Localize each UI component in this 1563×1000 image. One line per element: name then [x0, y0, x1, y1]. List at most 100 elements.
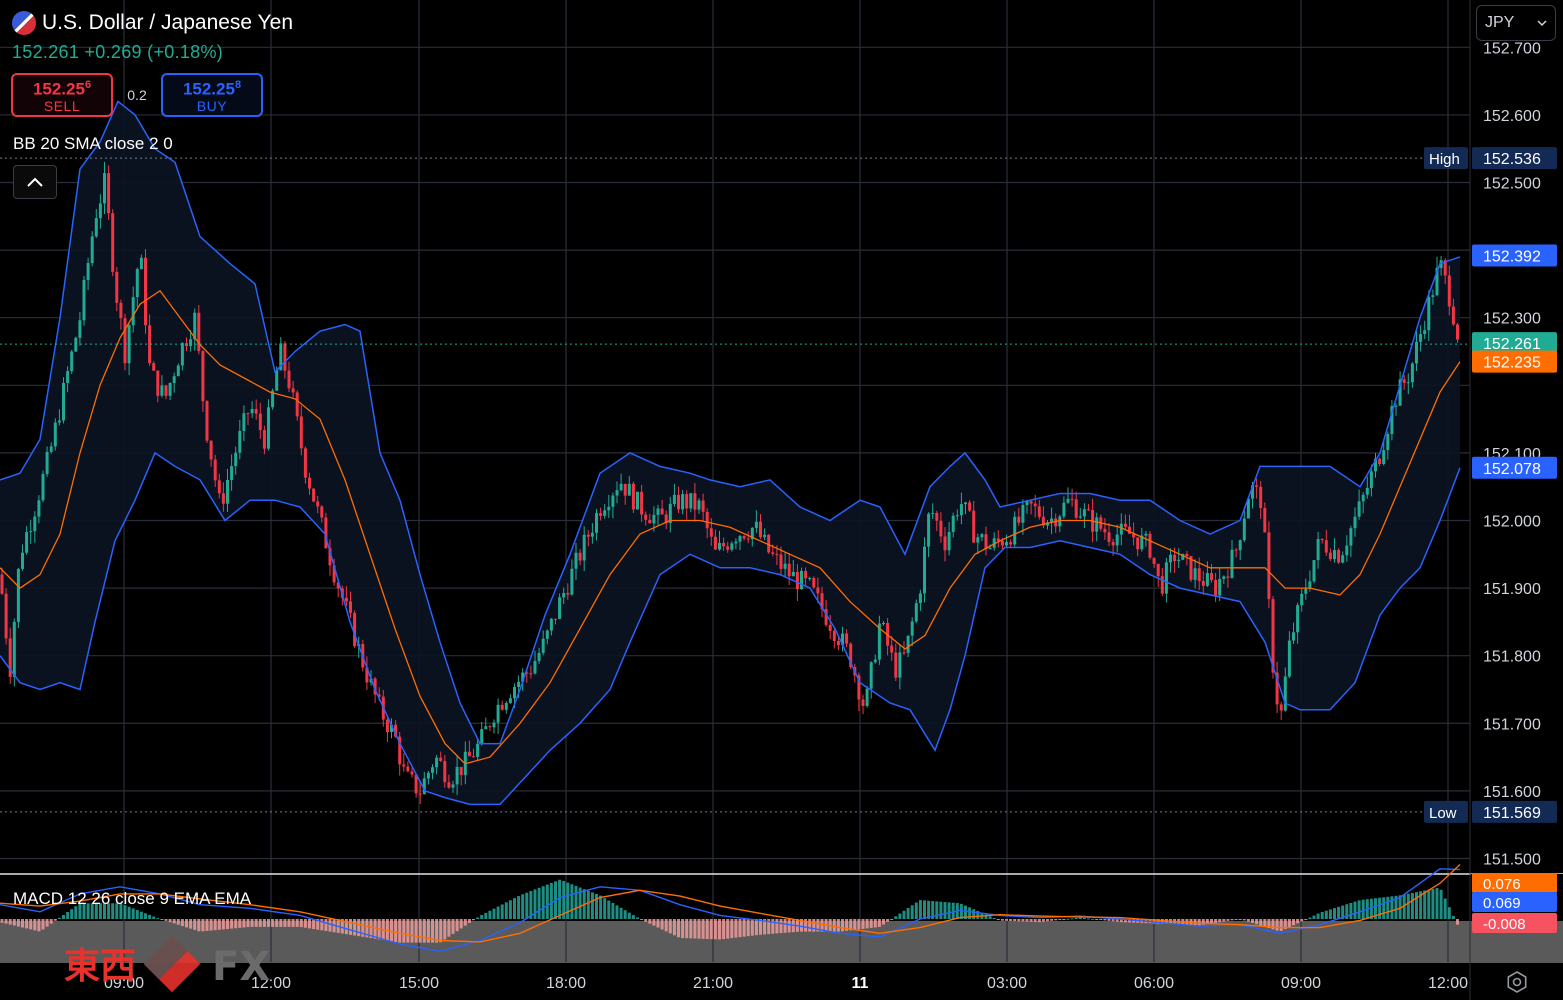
candle-down: [349, 601, 352, 613]
candle-up: [513, 686, 516, 699]
candle-down: [644, 514, 648, 520]
candle-down: [1185, 553, 1189, 557]
macd-label[interactable]: MACD 12 26 close 9 EMA EMA: [13, 889, 251, 909]
macd-histogram-bar: [869, 919, 873, 928]
price-chart[interactable]: 152.700152.600152.500152.300152.100152.0…: [0, 0, 1563, 1000]
macd-histogram-bar: [570, 884, 574, 919]
candle-down: [1197, 568, 1201, 581]
macd-histogram-bar: [1050, 919, 1054, 921]
candle-up: [45, 451, 49, 475]
price-axis-tick-label: 151.800: [1483, 649, 1541, 666]
macd-histogram-bar: [873, 919, 877, 928]
candle-up: [455, 766, 459, 785]
bollinger-bands-label[interactable]: BB 20 SMA close 2 0: [13, 134, 173, 154]
macd-histogram-bar: [476, 917, 480, 919]
candle-down: [254, 409, 258, 414]
candle-up: [738, 536, 742, 542]
candle-down: [578, 552, 582, 561]
candle-up: [1427, 296, 1431, 331]
candle-down: [1324, 540, 1328, 553]
price-badge-value: 152.078: [1483, 461, 1541, 478]
macd-histogram-bar: [1333, 908, 1336, 919]
candle-up: [238, 430, 242, 453]
candle-up: [66, 371, 70, 383]
macd-histogram-bar: [1251, 919, 1254, 923]
candle-down: [1173, 554, 1177, 562]
macd-histogram-bar: [1275, 919, 1279, 931]
macd-histogram-bar: [230, 919, 234, 929]
macd-histogram-bar: [1054, 919, 1058, 921]
candle-down: [771, 552, 775, 554]
macd-histogram-bar: [636, 917, 639, 919]
candle-down: [320, 506, 324, 518]
price-axis-tick-label: 152.300: [1483, 311, 1541, 328]
candle-up: [1353, 516, 1357, 529]
sell-button[interactable]: 152.256 SELL: [11, 73, 113, 117]
macd-histogram-bar: [886, 919, 890, 922]
macd-histogram-bar: [480, 914, 484, 919]
macd-histogram-bar: [357, 919, 361, 937]
time-axis-tick-label: 15:00: [399, 975, 439, 992]
macd-histogram-bar: [730, 919, 734, 939]
gear-icon[interactable]: [1505, 970, 1529, 994]
candle-down: [677, 494, 680, 510]
time-axis-tick-label: 21:00: [693, 975, 733, 992]
macd-histogram-bar: [8, 919, 12, 925]
macd-histogram-bar: [1234, 919, 1238, 920]
candle-up: [1005, 542, 1008, 546]
macd-histogram-bar: [1378, 897, 1382, 919]
candle-down: [1456, 324, 1459, 340]
macd-histogram-bar: [349, 919, 352, 935]
candle-up: [558, 597, 562, 619]
candle-up: [16, 568, 20, 622]
candle-up: [988, 547, 992, 549]
candle-down: [935, 512, 939, 521]
candle-down: [1337, 550, 1341, 563]
macd-histogram-bar: [492, 908, 496, 919]
macd-histogram-bar: [709, 919, 713, 940]
macd-histogram-bar: [160, 919, 164, 920]
candle-up: [1357, 501, 1361, 517]
candle-down: [623, 483, 627, 496]
macd-histogram-bar: [1361, 899, 1365, 919]
candle-down: [201, 351, 205, 402]
candle-down: [742, 536, 746, 539]
candle-up: [508, 698, 512, 703]
macd-histogram-bar: [172, 919, 176, 924]
candle-up: [590, 532, 594, 537]
macd-histogram-bar: [1456, 919, 1459, 925]
candle-up: [914, 603, 918, 622]
candle-up: [70, 351, 74, 372]
logo-cjk-text: 東西: [64, 946, 136, 987]
macd-histogram-bar: [787, 919, 791, 933]
macd-histogram-bar: [472, 919, 475, 921]
price-axis-tick-label: 151.900: [1483, 581, 1541, 598]
candle-up: [267, 407, 270, 449]
candle-up: [1193, 568, 1197, 580]
macd-histogram-bar: [144, 913, 147, 919]
candle-up: [754, 521, 758, 528]
buy-button[interactable]: 152.258 BUY: [161, 73, 263, 117]
macd-histogram-bar: [496, 906, 500, 919]
candle-up: [718, 542, 721, 550]
symbol-title[interactable]: U.S. Dollar / Japanese Yen: [42, 11, 293, 35]
candle-down: [1263, 508, 1267, 533]
candle-up: [1292, 632, 1295, 641]
candle-up: [160, 385, 164, 396]
macd-histogram-bar: [328, 919, 332, 932]
candle-down: [152, 363, 156, 371]
macd-histogram-bar: [70, 909, 74, 919]
time-axis-tick-label: 03:00: [987, 975, 1027, 992]
candle-up: [1287, 640, 1291, 677]
candle-down: [1087, 509, 1090, 511]
candle-down: [500, 704, 504, 710]
macd-histogram-bar: [414, 919, 418, 943]
currency-select[interactable]: JPY: [1476, 5, 1556, 41]
candle-up: [94, 218, 98, 237]
macd-histogram-bar: [771, 919, 775, 934]
candle-up: [1406, 382, 1410, 384]
candle-down: [262, 430, 266, 449]
macd-histogram-bar: [586, 890, 590, 919]
candle-down: [217, 480, 221, 494]
collapse-indicators-button[interactable]: [13, 165, 57, 199]
